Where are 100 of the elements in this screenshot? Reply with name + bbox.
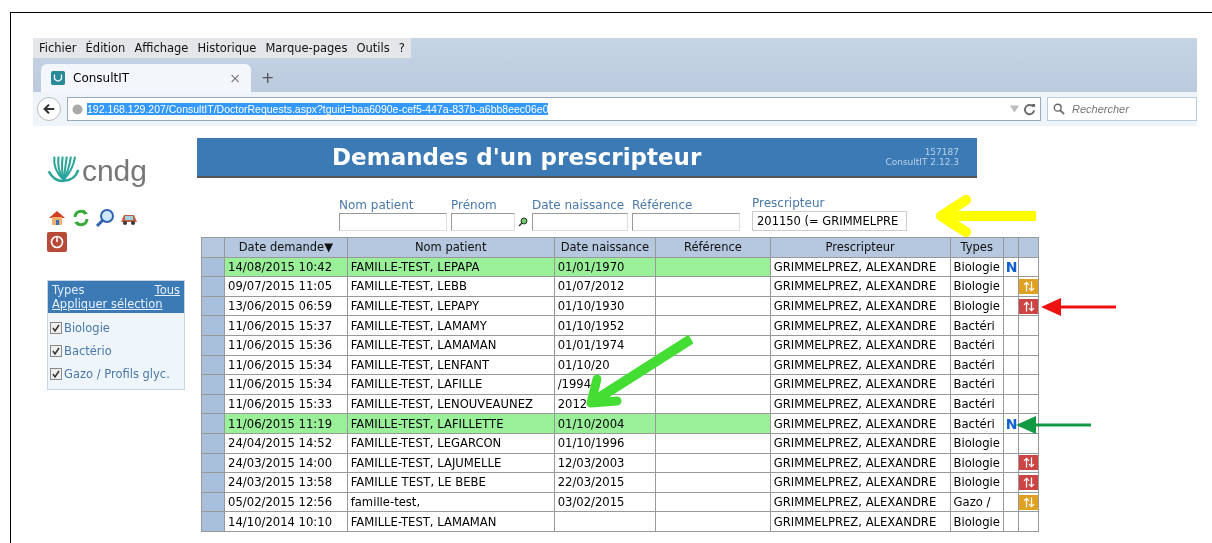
reload-icon[interactable] xyxy=(1023,102,1036,116)
table-cell: Biologie xyxy=(953,455,1000,470)
table-cell: 01/10/1930 xyxy=(554,296,656,316)
input-field[interactable] xyxy=(339,213,447,231)
table-cell: FAMILLE-TEST, LEBB xyxy=(347,276,555,297)
transfer-icon[interactable] xyxy=(1019,455,1038,471)
search-icon xyxy=(1053,103,1065,115)
transfer-icon[interactable] xyxy=(1019,298,1038,314)
url-text: 192.168.129.207/ConsultIT/DoctorRequests.aspx?tguid=baa6090e-cef5-447a-837b-a6bb8eec06e0 xyxy=(87,103,549,115)
table-cell: GRIMMELPREZ, ALEXANDRE xyxy=(770,413,951,434)
column-header[interactable]: Prescripteur xyxy=(770,237,951,258)
table-cell: 24/03/2015 13:58 xyxy=(224,472,348,493)
table-cell: FAMILLE-TEST, LENOUVEAUNEZ xyxy=(347,394,555,414)
table-cell-text: Gazo / xyxy=(953,495,992,509)
table-cell: 24/04/2015 14:52 xyxy=(224,433,348,454)
table-cell: GRIMMELPREZ, ALEXANDRE xyxy=(770,257,951,277)
refresh-icon[interactable] xyxy=(71,208,91,228)
table-cell: 09/07/2015 11:05 xyxy=(224,276,348,297)
table-cell-text: Bactéri xyxy=(953,377,996,392)
table-cell: FAMILLE-TEST, LENFANT xyxy=(347,355,555,375)
table-cell: Biologie xyxy=(953,436,1000,451)
home-icon[interactable] xyxy=(47,208,67,228)
table-cell: 11/06/2015 15:33 xyxy=(224,394,348,414)
record-count: 157187 xyxy=(924,147,959,157)
new-tab-button[interactable]: + xyxy=(261,68,275,92)
table-cell: FAMILLE-TEST, LAMAMAN xyxy=(347,335,555,356)
table-cell: GRIMMELPREZ, ALEXANDRE xyxy=(770,453,951,473)
apply-selection-link[interactable]: Appliquer sélection xyxy=(52,297,180,311)
back-arrow-icon xyxy=(42,102,56,116)
input-field[interactable] xyxy=(632,213,740,231)
column-header[interactable]: Nom patient xyxy=(347,237,555,258)
checkbox-label: Gazo / Profils glyc. xyxy=(64,366,170,381)
table-cell: Biologie xyxy=(953,475,1000,490)
filter-label: Référence xyxy=(632,198,694,212)
column-header[interactable]: Types xyxy=(950,237,1004,258)
table-cell: FAMILLE-TEST, LEGARCON xyxy=(347,433,555,454)
table-cell: 01/01/1974 xyxy=(554,335,656,356)
table-cell-text: Bactéri xyxy=(953,318,996,333)
column-header[interactable]: Date demande▼ xyxy=(224,237,348,258)
table-cell: Biologie xyxy=(953,279,1000,294)
checkbox-label: Bactério xyxy=(64,343,112,358)
checkbox[interactable] xyxy=(50,344,62,357)
table-cell: famille-test, xyxy=(347,492,555,512)
menu-item[interactable]: Édition xyxy=(85,41,126,55)
table-cell: 14/10/2014 10:10 xyxy=(224,511,348,532)
table-cell-text: Bactéri xyxy=(953,416,996,431)
power-button[interactable] xyxy=(47,232,67,252)
table-cell: 11/06/2015 15:34 xyxy=(224,355,348,375)
new-label: N xyxy=(1004,258,1018,275)
table-cell: GRIMMELPREZ, ALEXANDRE xyxy=(770,511,951,532)
input-field[interactable] xyxy=(451,213,515,231)
table-cell: FAMILLE-TEST, LEPAPY xyxy=(347,296,555,316)
table-cell: GRIMMELPREZ, ALEXANDRE xyxy=(770,433,951,454)
prescriber-select[interactable]: 201150 (= GRIMMELPRE xyxy=(752,211,907,231)
table-cell: 01/07/2012 xyxy=(554,276,656,297)
back-button[interactable] xyxy=(37,97,61,121)
table-cell-text: Bactéri xyxy=(953,338,996,353)
table-cell: 01/10/1952 xyxy=(554,315,656,336)
tab-title: ConsultIT xyxy=(73,71,131,85)
table-cell: GRIMMELPREZ, ALEXANDRE xyxy=(770,315,951,336)
all-link[interactable]: Tous xyxy=(154,283,180,297)
menu-item[interactable]: Outils xyxy=(356,41,390,55)
table-cell: FAMILLE-TEST, LAJUMELLE xyxy=(347,453,555,473)
filter-label: Date naissance xyxy=(532,198,626,212)
table-cell: GRIMMELPREZ, ALEXANDRE xyxy=(770,355,951,375)
checkbox[interactable] xyxy=(50,367,62,380)
table-cell: FAMILLE-TEST, LAFILLE xyxy=(347,374,555,395)
table-cell-text: Bactéri xyxy=(953,397,996,412)
globe-icon xyxy=(72,103,83,115)
search-field[interactable]: Rechercher xyxy=(1047,97,1197,121)
menu-item[interactable]: Fichier xyxy=(39,41,77,55)
table-cell: GRIMMELPREZ, ALEXANDRE xyxy=(770,394,951,414)
close-tab-button[interactable]: × xyxy=(229,70,241,86)
table-cell: GRIMMELPREZ, ALEXANDRE xyxy=(770,374,951,395)
search-icon[interactable] xyxy=(95,208,115,228)
search-icon[interactable] xyxy=(518,217,528,227)
checkbox[interactable] xyxy=(50,321,62,334)
table-cell: 11/06/2015 15:37 xyxy=(224,315,348,336)
table-cell: GRIMMELPREZ, ALEXANDRE xyxy=(770,492,951,512)
page-title: Demandes d'un prescripteur xyxy=(332,144,702,170)
menu-item[interactable]: Marque-pages xyxy=(265,41,348,55)
browser-tab[interactable]: ConsultIT × xyxy=(41,64,251,92)
table-cell: 11/06/2015 15:36 xyxy=(224,335,348,356)
column-header[interactable]: Référence xyxy=(655,237,771,258)
menu-item[interactable]: Affichage xyxy=(134,41,189,55)
table-cell: /1994 xyxy=(554,374,656,395)
input-field[interactable] xyxy=(532,213,628,231)
version-label: ConsultIT 2.12.3 xyxy=(885,157,959,167)
menu-item[interactable]: Historique xyxy=(197,41,257,55)
filter-label: Prénom xyxy=(451,198,498,212)
table-cell-text: Bactéri xyxy=(953,357,996,372)
table-cell: 2012 xyxy=(554,394,656,414)
app-icon xyxy=(51,71,65,85)
table-cell: 12/03/2003 xyxy=(554,453,656,473)
menu-item[interactable]: ? xyxy=(398,41,405,55)
table-cell: 03/02/2015 xyxy=(554,492,656,512)
table-cell: GRIMMELPREZ, ALEXANDRE xyxy=(770,472,951,493)
table-cell: Biologie xyxy=(953,299,1000,314)
column-header[interactable]: Date naissance xyxy=(554,237,656,258)
transfer-icon[interactable] xyxy=(1019,474,1038,490)
